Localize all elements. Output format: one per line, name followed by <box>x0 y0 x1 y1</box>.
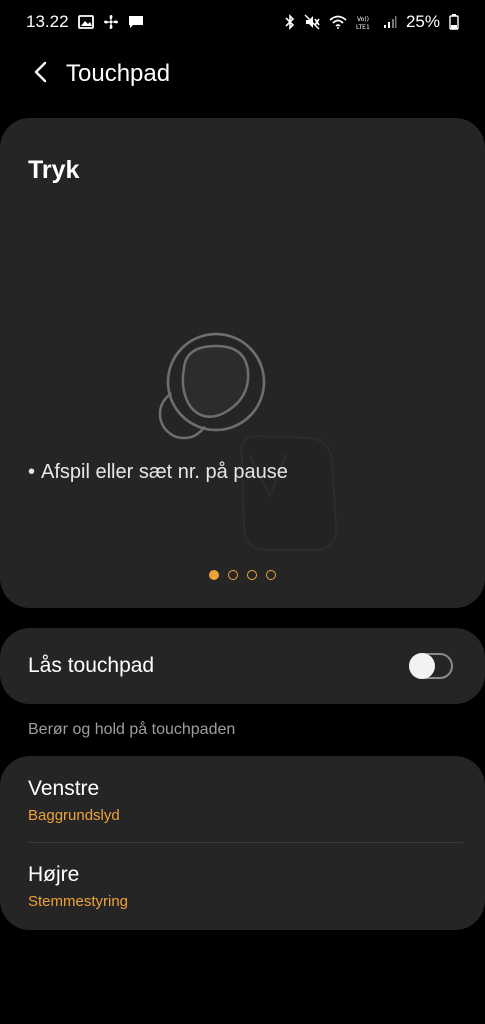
page-title: Touchpad <box>66 60 171 87</box>
page-dot-4[interactable] <box>266 570 276 580</box>
page-dot-1[interactable] <box>209 570 219 580</box>
lock-touchpad-row[interactable]: Lås touchpad <box>0 628 485 704</box>
page-dot-3[interactable] <box>247 570 257 580</box>
bullet: • <box>28 461 36 483</box>
image-icon <box>77 15 94 29</box>
page-indicator <box>0 570 485 580</box>
setting-value: Stemmestyring <box>28 893 129 910</box>
svg-text:Vo)): Vo)) <box>357 16 369 23</box>
status-right: Vo)) LTE1 25% <box>285 12 459 32</box>
back-arrow-icon <box>33 61 47 88</box>
mute-icon <box>304 14 320 30</box>
signal-icon <box>383 15 397 29</box>
svg-text:LTE1: LTE1 <box>356 24 370 30</box>
message-icon <box>128 15 144 29</box>
gesture-title: Tryk <box>28 156 80 184</box>
earbud-tap-illustration <box>150 328 350 558</box>
volte-icon: Vo)) LTE1 <box>356 14 374 30</box>
gesture-card: Tryk • Afspil eller sæt nr. på pause <box>0 118 485 608</box>
back-button[interactable] <box>20 54 60 94</box>
gesture-description: • Afspil eller sæt nr. på pause <box>28 461 288 484</box>
battery-percent: 25% <box>405 12 440 31</box>
status-time: 13.22 <box>26 12 69 31</box>
section-header: Berør og hold på touchpaden <box>28 721 236 738</box>
setting-item-left[interactable]: Venstre Baggrundslyd <box>0 776 485 842</box>
setting-title: Venstre <box>28 777 100 800</box>
pinwheel-icon <box>103 14 119 30</box>
divider <box>28 842 463 843</box>
status-bar: 13.22 Vo)) LTE1 25% <box>0 0 485 44</box>
toggle-knob <box>409 653 435 679</box>
wifi-icon <box>329 15 347 29</box>
app-bar: Touchpad <box>0 44 485 104</box>
battery-icon <box>449 14 459 30</box>
setting-item-right[interactable]: Højre Stemmestyring <box>0 862 485 928</box>
status-left: 13.22 <box>26 12 144 32</box>
lock-touchpad-card: Lås touchpad <box>0 628 485 704</box>
bluetooth-icon <box>285 14 295 30</box>
gesture-description-text: Afspil eller sæt nr. på pause <box>41 461 288 483</box>
setting-title: Højre <box>28 863 80 886</box>
lock-touchpad-toggle[interactable] <box>409 653 453 679</box>
setting-value: Baggrundslyd <box>28 807 120 824</box>
lock-touchpad-label: Lås touchpad <box>28 654 155 677</box>
page-dot-2[interactable] <box>228 570 238 580</box>
touch-hold-card: Venstre Baggrundslyd Højre Stemmestyring <box>0 756 485 930</box>
